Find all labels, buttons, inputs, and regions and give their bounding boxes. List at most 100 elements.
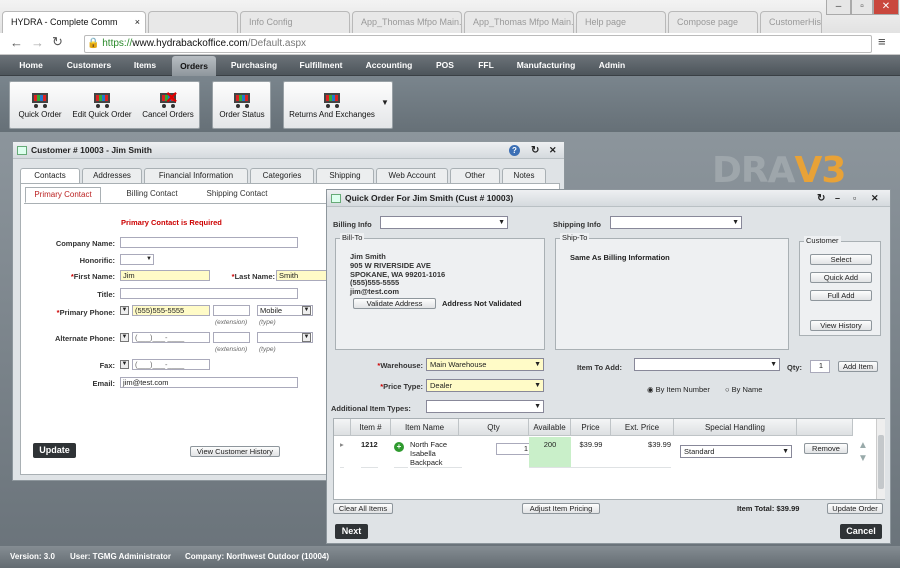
cancel-orders-button[interactable]: ✕ Cancel Orders [138,86,198,119]
scrollbar-thumb[interactable] [878,435,884,489]
phone-country-dropdown[interactable]: ▼ [120,306,129,315]
tab-contacts[interactable]: Contacts [20,168,80,184]
move-down-icon[interactable]: ▼ [858,453,868,464]
dropdown-arrow-icon[interactable]: ▼ [381,98,389,107]
nav-orders[interactable]: Orders [172,56,216,76]
view-history-button[interactable]: View History [810,320,872,331]
special-handling-select[interactable]: Standard ▼ [680,445,792,458]
alternate-phone-input[interactable]: (___)___-____ [132,332,210,343]
tab-categories[interactable]: Categories [250,168,314,183]
tab-notes[interactable]: Notes [502,168,546,183]
validate-address-button[interactable]: Validate Address [353,298,436,309]
refresh-icon[interactable]: ↻ [531,142,539,159]
menu-icon[interactable]: ≡ [878,34,886,49]
minimize-icon[interactable]: – [835,190,840,207]
chevron-down-icon[interactable]: ▼ [302,333,311,342]
browser-tab[interactable]: Compose page [668,11,758,33]
honorific-select[interactable]: ▼ [120,254,154,265]
billing-info-select[interactable]: ▼ [380,216,508,229]
subtab-billing-contact[interactable]: Billing Contact [117,189,187,198]
company-name-input[interactable] [120,237,298,248]
nav-pos[interactable]: POS [430,55,460,76]
full-add-button[interactable]: Full Add [810,290,872,301]
row-qty-input[interactable]: 1 [496,443,531,455]
table-row[interactable]: ▸ 1212 + North Face Isabella Backpack 1 … [334,437,874,468]
quick-add-button[interactable]: Quick Add [810,272,872,283]
tab-addresses[interactable]: Addresses [82,168,142,183]
warehouse-select[interactable]: Main Warehouse ▼ [426,358,544,371]
grid-header[interactable]: Item Name [391,419,459,436]
move-up-icon[interactable]: ▲ [858,440,868,451]
reload-icon[interactable]: ↻ [52,34,63,50]
email-input[interactable]: jim@test.com [120,377,298,388]
clear-all-items-button[interactable]: Clear All Items [333,503,393,514]
nav-fulfillment[interactable]: Fulfillment [292,55,350,76]
shipping-info-select[interactable]: ▼ [610,216,742,229]
nav-home[interactable]: Home [10,55,52,76]
order-status-button[interactable]: Order Status [215,86,269,119]
subtab-shipping-contact[interactable]: Shipping Contact [197,189,277,198]
refresh-icon[interactable]: ↻ [817,190,825,207]
browser-tab[interactable]: Help page [576,11,666,33]
grid-header[interactable]: Available [529,419,571,436]
cancel-button[interactable]: Cancel [840,524,882,539]
minimize-icon[interactable]: – [826,0,851,15]
primary-extension-input[interactable] [213,305,250,316]
add-icon[interactable]: + [394,437,408,468]
quick-order-button[interactable]: Quick Order [14,86,66,119]
maximize-icon[interactable]: ▫ [851,0,873,15]
price-type-select[interactable]: Dealer ▼ [426,379,544,392]
first-name-input[interactable]: Jim [120,270,210,281]
alternate-extension-input[interactable] [213,332,250,343]
browser-tab[interactable]: Info Config [240,11,350,33]
row-expand-icon[interactable]: ▸ [340,437,344,468]
view-customer-history-button[interactable]: View Customer History [190,446,280,457]
grid-header[interactable]: Price [571,419,611,436]
additional-item-types-select[interactable]: ▼ [426,400,544,413]
browser-tab[interactable] [148,11,238,33]
grid-header[interactable]: Special Handling [674,419,797,436]
grid-header[interactable]: Qty [459,419,529,436]
address-bar[interactable]: 🔒 https://www.hydrabackoffice.com/Defaul… [84,35,872,53]
nav-purchasing[interactable]: Purchasing [224,55,284,76]
back-icon[interactable]: ← [10,35,23,50]
remove-button[interactable]: Remove [804,443,848,454]
radio-by-item-number[interactable]: ◉ By Item Number [647,385,710,394]
grid-header[interactable]: Ext. Price [611,419,674,436]
fax-country-dropdown[interactable]: ▼ [120,360,129,369]
browser-tab[interactable]: CustomerHistory.aspx [760,11,822,33]
returns-exchanges-button[interactable]: Returns And Exchanges [286,86,378,119]
chevron-down-icon[interactable]: ▼ [302,306,311,315]
tab-financial[interactable]: Financial Information [144,168,248,183]
help-icon[interactable]: ? [509,145,520,156]
forward-icon[interactable]: → [31,35,44,50]
nav-manufacturing[interactable]: Manufacturing [512,55,580,76]
update-order-button[interactable]: Update Order [827,503,883,514]
title-input[interactable] [120,288,298,299]
qty-input[interactable]: 1 [810,360,830,373]
add-item-button[interactable]: Add Item [838,361,878,372]
nav-accounting[interactable]: Accounting [360,55,418,76]
nav-items[interactable]: Items [124,55,166,76]
tab-other[interactable]: Other [450,168,500,183]
browser-tab-hydra[interactable]: HYDRA - Complete Comm × [2,11,146,33]
primary-phone-input[interactable]: (555)555-5555 [132,305,210,316]
close-icon[interactable]: × [135,17,140,27]
subtab-primary-contact[interactable]: Primary Contact [25,187,101,203]
grid-scrollbar[interactable] [876,419,885,499]
edit-quick-order-button[interactable]: Edit Quick Order [68,86,136,119]
grid-header[interactable]: Item # [351,419,391,436]
adjust-item-pricing-button[interactable]: Adjust Item Pricing [522,503,600,514]
nav-admin[interactable]: Admin [592,55,632,76]
item-to-add-select[interactable]: ▼ [634,358,780,371]
radio-by-name[interactable]: ○ By Name [725,385,762,394]
select-customer-button[interactable]: Select [810,254,872,265]
tab-web-account[interactable]: Web Account [376,168,448,183]
quick-order-titlebar[interactable]: Quick Order For Jim Smith (Cust # 10003)… [327,190,890,207]
browser-tab[interactable]: App_Thomas Mfpo Main.us [464,11,574,33]
tab-shipping[interactable]: Shipping [316,168,374,183]
close-icon[interactable]: ✕ [871,190,879,207]
update-button[interactable]: Update [33,443,76,458]
alt-phone-country-dropdown[interactable]: ▼ [120,333,129,342]
next-button[interactable]: Next [335,524,368,539]
